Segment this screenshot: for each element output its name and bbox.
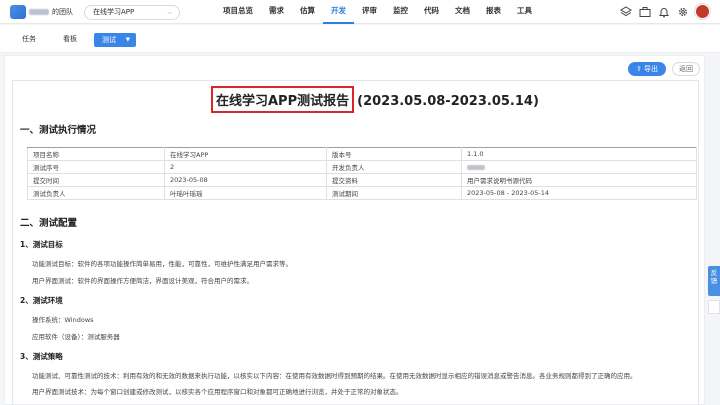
table-cell: 2023-05-08 <box>164 173 327 187</box>
nav-item-overview[interactable]: 项目总览 <box>215 0 261 24</box>
tab-test[interactable]: 测试 ▼ <box>94 33 136 47</box>
sub-tabs-bar: 任务 看板 测试 ▼ <box>0 25 720 53</box>
env-os-text: 操作系统：Windows <box>32 316 94 324</box>
table-row: 提交时间 2023-05-08 提交资料 用户需求说明书源代码 <box>27 173 697 187</box>
table-cell: 用户需求说明书源代码 <box>461 173 697 187</box>
top-nav-bar: 的团队 在线学习APP ⌵ 项目总览 需求 估算 开发 评审 监控 代码 文档 … <box>0 0 720 24</box>
layers-icon[interactable] <box>619 5 632 18</box>
table-row: 测试负责人 叶瑶叶瑶瑶 测试期间 2023-05-08 - 2023-05-14 <box>27 186 697 200</box>
table-row: 测试序号 2 开发负责人 <box>27 160 697 174</box>
tab-board[interactable]: 看板 <box>63 34 77 44</box>
nav-item-requirements[interactable]: 需求 <box>261 0 292 24</box>
team-name-redacted <box>29 9 49 15</box>
sub-heading-goal: 1、测试目标 <box>20 240 63 249</box>
section-heading-execution: 一、测试执行情况 <box>20 125 97 136</box>
table-cell: 开发负责人 <box>326 160 462 174</box>
nav-item-monitor[interactable]: 监控 <box>385 0 416 24</box>
sub-heading-environment: 2、测试环境 <box>20 296 63 305</box>
nav-item-estimate[interactable]: 估算 <box>292 0 323 24</box>
report-date-range: (2023.05.08-2023.05.14) <box>357 94 539 109</box>
table-row: 项目名称 在线学习APP 版本号 1.1.0 <box>27 147 697 161</box>
table-cell: 2 <box>164 160 327 174</box>
bell-icon[interactable] <box>657 5 670 18</box>
team-name: 的团队 <box>52 8 73 16</box>
chevron-down-icon: ▼ <box>125 37 130 43</box>
project-select[interactable]: 在线学习APP ⌵ <box>84 5 180 20</box>
strategy-functional-text: 功能测试、可靠性测试的技术：利用有效的和无效的数据来执行功能，以核实以下内容：在… <box>32 372 637 380</box>
table-cell: 测试期间 <box>326 186 462 200</box>
nav-item-reports[interactable]: 报表 <box>478 0 509 24</box>
goal-functional-text: 功能测试目标：软件的各项功能操作简单易用，性能，可靠性，可维护性满足用户需求等。 <box>32 260 292 268</box>
table-cell: 提交资料 <box>326 173 462 187</box>
table-cell <box>461 160 697 174</box>
table-cell: 测试负责人 <box>27 186 165 200</box>
table-cell: 版本号 <box>326 147 462 161</box>
tab-test-label: 测试 <box>102 36 116 44</box>
chevron-down-icon: ⌵ <box>167 9 172 16</box>
report-heading: 在线学习APP测试报告 (2023.05.08-2023.05.14) <box>211 86 539 113</box>
report-document: 在线学习APP测试报告 (2023.05.08-2023.05.14) 一、测试执… <box>12 80 699 405</box>
main-nav: 项目总览 需求 估算 开发 评审 监控 代码 文档 报表 工具 <box>215 0 540 24</box>
table-cell: 2023-05-08 - 2023-05-14 <box>461 186 697 200</box>
goal-ui-text: 用户界面测试：软件的界面操作方便简洁，界面设计美观，符合用户的需求。 <box>32 277 253 285</box>
report-title: 在线学习APP测试报告 <box>211 86 355 113</box>
table-cell: 项目名称 <box>27 147 165 161</box>
table-cell: 叶瑶叶瑶瑶 <box>164 186 327 200</box>
test-info-table: 项目名称 在线学习APP 版本号 1.1.0 测试序号 2 开发负责人 提交时间… <box>27 147 697 200</box>
top-icons <box>619 4 710 19</box>
report-card: ⇪ 导出 返回 在线学习APP测试报告 (2023.05.08-2023.05.1… <box>4 55 705 405</box>
redacted-value <box>467 164 485 170</box>
project-select-value: 在线学习APP <box>93 8 135 16</box>
nav-item-review[interactable]: 评审 <box>354 0 385 24</box>
table-cell: 提交时间 <box>27 173 165 187</box>
card-toolbar: ⇪ 导出 返回 <box>5 56 706 80</box>
gear-icon[interactable] <box>676 5 689 18</box>
nav-item-docs[interactable]: 文档 <box>447 0 478 24</box>
export-button[interactable]: ⇪ 导出 <box>628 62 666 76</box>
team-logo <box>10 5 26 19</box>
back-button[interactable]: 返回 <box>672 62 700 76</box>
section-heading-config: 二、测试配置 <box>20 218 78 229</box>
export-label: 导出 <box>644 65 659 73</box>
nav-item-development[interactable]: 开发 <box>323 0 354 24</box>
env-app-text: 应用软件（设备）：测试服务器 <box>32 333 120 341</box>
table-cell: 在线学习APP <box>164 147 327 161</box>
help-icon[interactable] <box>708 300 720 314</box>
nav-item-code[interactable]: 代码 <box>416 0 447 24</box>
team-switcher[interactable]: 的团队 <box>10 5 73 19</box>
tab-task[interactable]: 任务 <box>22 34 36 44</box>
avatar[interactable] <box>695 4 710 19</box>
upload-icon: ⇪ <box>635 65 642 73</box>
feedback-button[interactable]: 反馈 <box>708 266 720 296</box>
nav-item-tools[interactable]: 工具 <box>509 0 540 24</box>
table-cell: 测试序号 <box>27 160 165 174</box>
briefcase-icon[interactable] <box>638 5 651 18</box>
table-cell: 1.1.0 <box>461 147 697 161</box>
strategy-ui-text: 用户界面测试技术：为每个窗口创建或修改测试，以核实各个应用程序窗口和对象都可正确… <box>32 388 403 396</box>
sub-heading-strategy: 3、测试策略 <box>20 352 63 361</box>
